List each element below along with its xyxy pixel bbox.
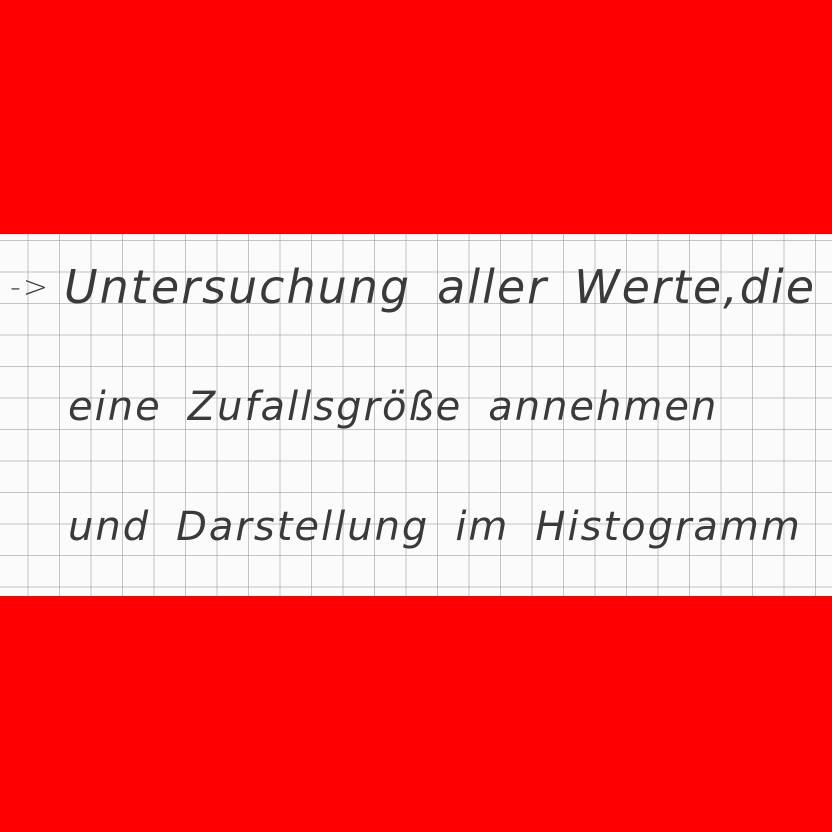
handwritten-line-2: eine Zufallsgröße annehmen — [68, 384, 718, 430]
word: Werte, — [574, 260, 740, 314]
arrow-icon: -> — [10, 270, 50, 305]
bottom-red-band — [0, 596, 832, 832]
handwritten-line-1: -> Untersuchung aller Werte,die — [10, 260, 816, 314]
word: Darstellung — [176, 504, 430, 550]
word: aller — [437, 260, 549, 314]
word: annehmen — [488, 384, 719, 430]
word: und — [68, 504, 151, 550]
grid-paper: -> Untersuchung aller Werte,die eine Zufalls… — [0, 234, 832, 596]
word: eine — [68, 384, 162, 430]
word: die — [739, 260, 817, 314]
page-canvas: -> Untersuchung aller Werte,die eine Zufalls… — [0, 0, 832, 832]
word: Zufallsgröße — [187, 384, 463, 430]
top-red-band — [0, 0, 832, 234]
handwritten-line-3: und Darstellung im Histogramm — [68, 504, 802, 550]
word: Untersuchung — [63, 260, 412, 314]
word: im — [455, 504, 510, 550]
word: Histogramm — [535, 504, 802, 550]
